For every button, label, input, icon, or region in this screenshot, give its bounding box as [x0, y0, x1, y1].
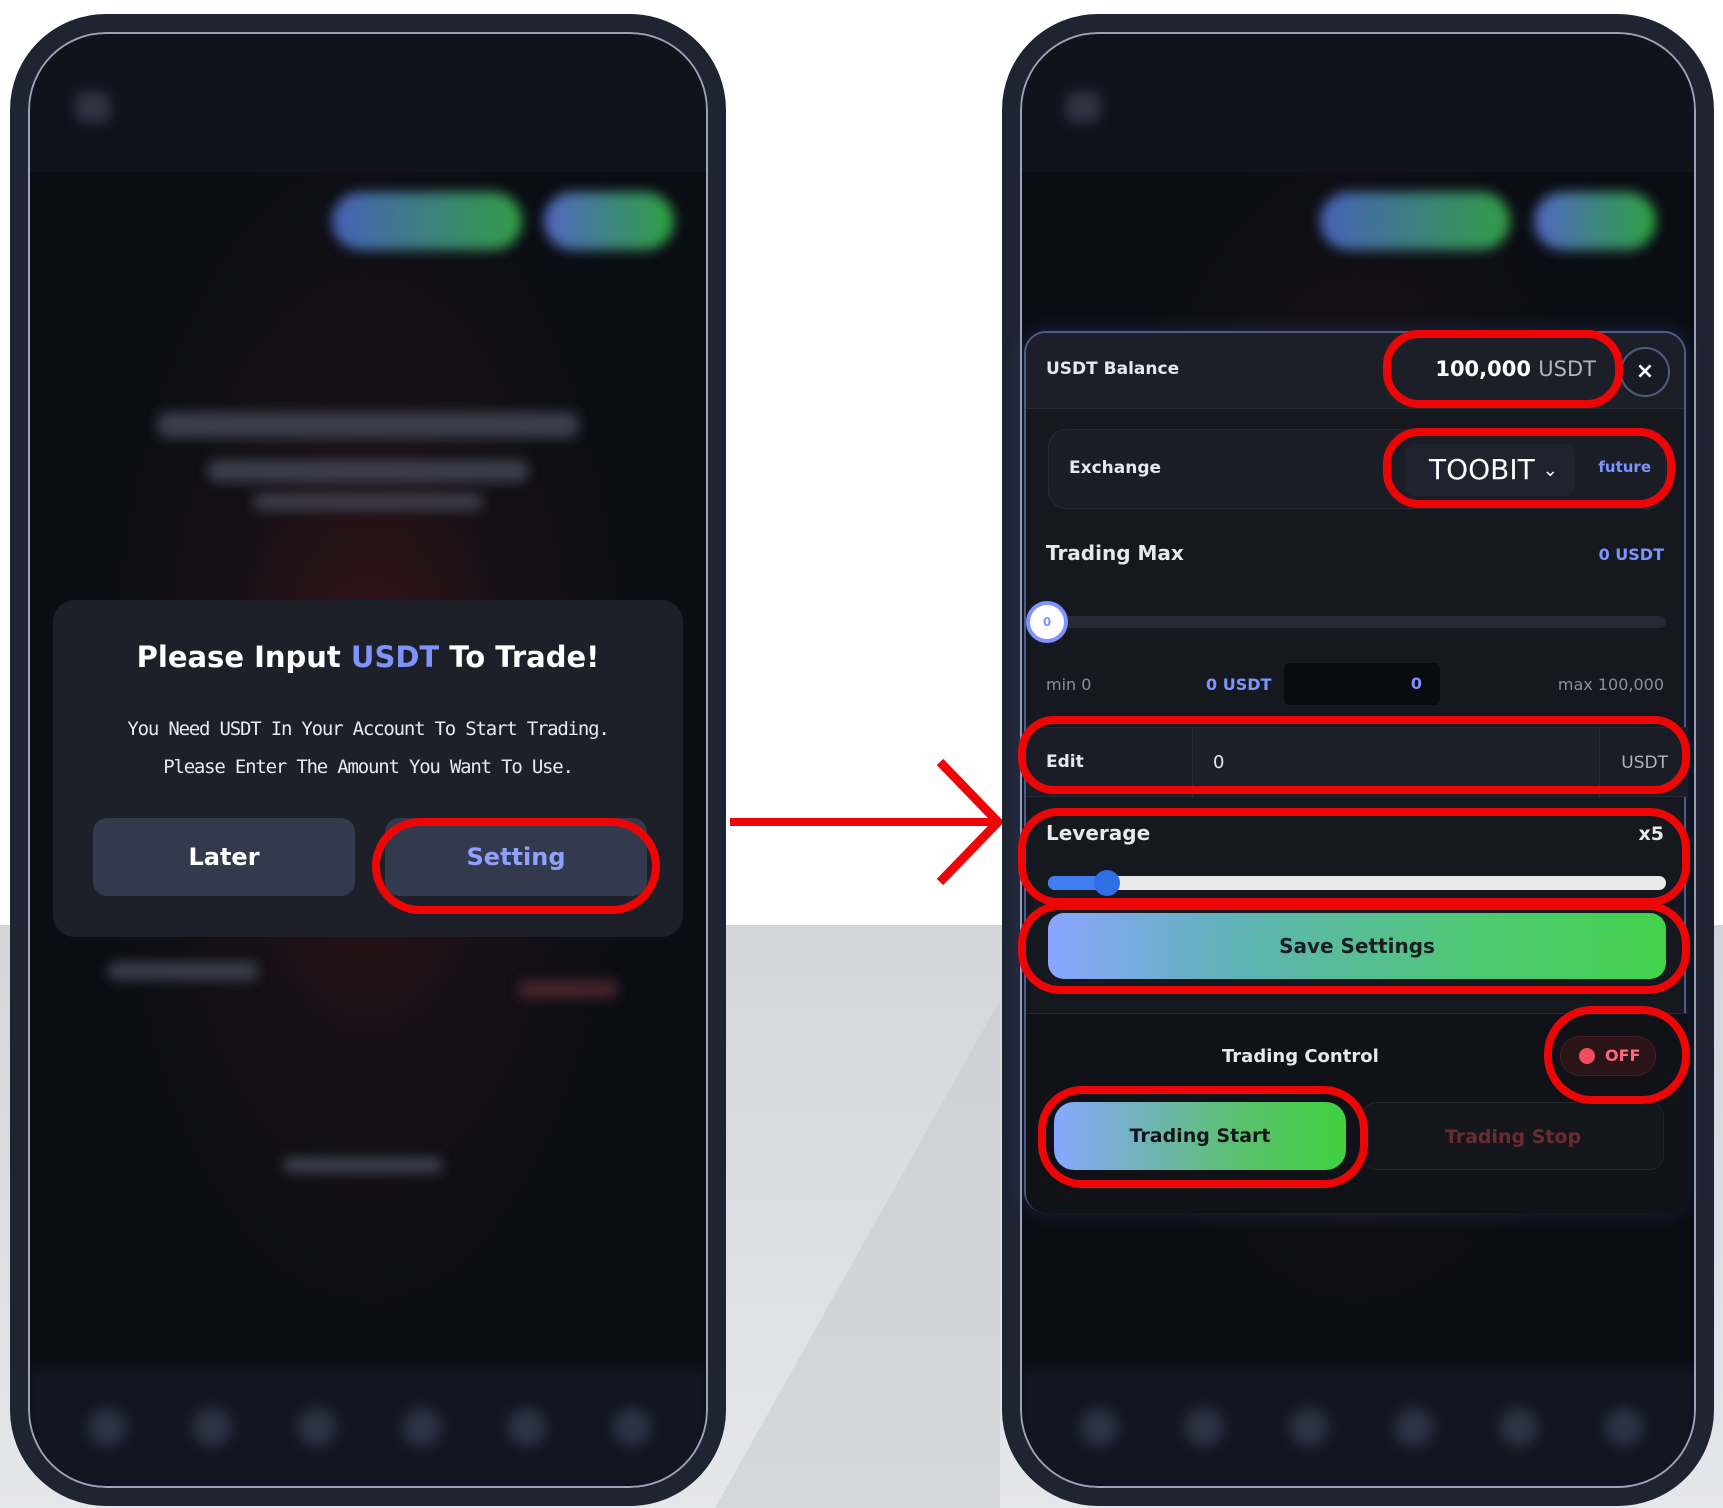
- exchange-type-tag: future: [1598, 458, 1651, 476]
- leverage-value: x5: [1638, 823, 1664, 845]
- blurred-text: [283, 1157, 443, 1173]
- bottom-nav: [28, 1368, 708, 1488]
- exchange-select[interactable]: TOOBIT ⌄: [1405, 444, 1575, 496]
- blurred-text: [108, 962, 258, 980]
- blurred-pill-button: [332, 192, 522, 250]
- nav-icon: [403, 1408, 441, 1446]
- menu-icon: [1066, 92, 1100, 122]
- edit-unit: USDT: [1621, 753, 1668, 773]
- status-dot-icon: [1579, 1048, 1595, 1064]
- trading-control-label: Trading Control: [1222, 1046, 1379, 1067]
- nav-icon: [1605, 1408, 1643, 1446]
- close-button[interactable]: ×: [1620, 347, 1670, 397]
- panel-header: USDT Balance 100,000 USDT ×: [1026, 333, 1684, 409]
- nav-icon: [1290, 1408, 1328, 1446]
- edit-row: Edit 0 USDT: [1026, 727, 1688, 798]
- nav-icon: [1500, 1408, 1538, 1446]
- save-settings-button[interactable]: Save Settings: [1048, 913, 1666, 979]
- edit-label: Edit: [1046, 752, 1084, 772]
- trading-settings-panel: USDT Balance 100,000 USDT × Exchange TOO…: [1024, 331, 1688, 1213]
- blurred-pill-button: [1320, 192, 1510, 250]
- trading-max-label: Trading Max: [1046, 541, 1184, 565]
- setting-button[interactable]: Setting: [385, 818, 647, 896]
- header-band: [1020, 32, 1696, 172]
- leverage-label: Leverage: [1046, 821, 1151, 845]
- leverage-slider-handle[interactable]: [1094, 870, 1120, 896]
- blurred-pill-button: [1534, 192, 1656, 250]
- blurred-pill-button: [544, 192, 674, 250]
- nav-icon: [193, 1408, 231, 1446]
- nav-icon: [613, 1408, 651, 1446]
- header-band: [28, 32, 708, 172]
- nav-icon: [508, 1408, 546, 1446]
- red-arrow-icon: [730, 758, 1005, 886]
- nav-icon: [298, 1408, 336, 1446]
- input-usdt-modal: Please Input USDT To Trade! You Need USD…: [53, 600, 683, 937]
- blurred-text: [158, 412, 578, 438]
- bottom-nav: [1020, 1368, 1696, 1488]
- balance-display: 100,000 USDT: [1435, 357, 1596, 381]
- modal-title: Please Input USDT To Trade!: [136, 640, 600, 674]
- nav-icon: [1185, 1408, 1223, 1446]
- trading-max-value: 0 USDT: [1598, 545, 1664, 564]
- chevron-down-icon: ⌄: [1542, 460, 1558, 481]
- blurred-text: [253, 494, 483, 510]
- trading-stop-button[interactable]: Trading Stop: [1362, 1102, 1664, 1170]
- trading-control-section: Trading Control OFF Trading Start Tradin…: [1026, 1013, 1688, 1213]
- trading-toggle[interactable]: OFF: [1560, 1036, 1656, 1076]
- exchange-row: Exchange TOOBIT ⌄ future: [1048, 429, 1666, 509]
- blurred-text: [518, 980, 618, 998]
- trading-max-slider-track[interactable]: [1048, 616, 1666, 628]
- nav-icon: [88, 1408, 126, 1446]
- menu-icon: [76, 92, 110, 122]
- modal-description: You Need USDT In Your Account To Start T…: [127, 718, 609, 778]
- leverage-slider-track[interactable]: [1048, 876, 1666, 890]
- nav-icon: [1080, 1408, 1118, 1446]
- current-amount: 0 USDT: [1206, 675, 1272, 694]
- trading-start-button[interactable]: Trading Start: [1054, 1102, 1346, 1170]
- min-label: min 0: [1046, 675, 1092, 694]
- nav-icon: [1395, 1408, 1433, 1446]
- blurred-text: [208, 460, 528, 482]
- amount-input[interactable]: 0: [1284, 663, 1440, 705]
- later-button[interactable]: Later: [93, 818, 355, 896]
- balance-label: USDT Balance: [1046, 359, 1180, 379]
- max-label: max 100,000: [1557, 675, 1664, 694]
- trading-max-slider-handle[interactable]: 0: [1026, 601, 1068, 643]
- edit-amount-field[interactable]: 0: [1192, 728, 1600, 798]
- exchange-label: Exchange: [1069, 458, 1162, 478]
